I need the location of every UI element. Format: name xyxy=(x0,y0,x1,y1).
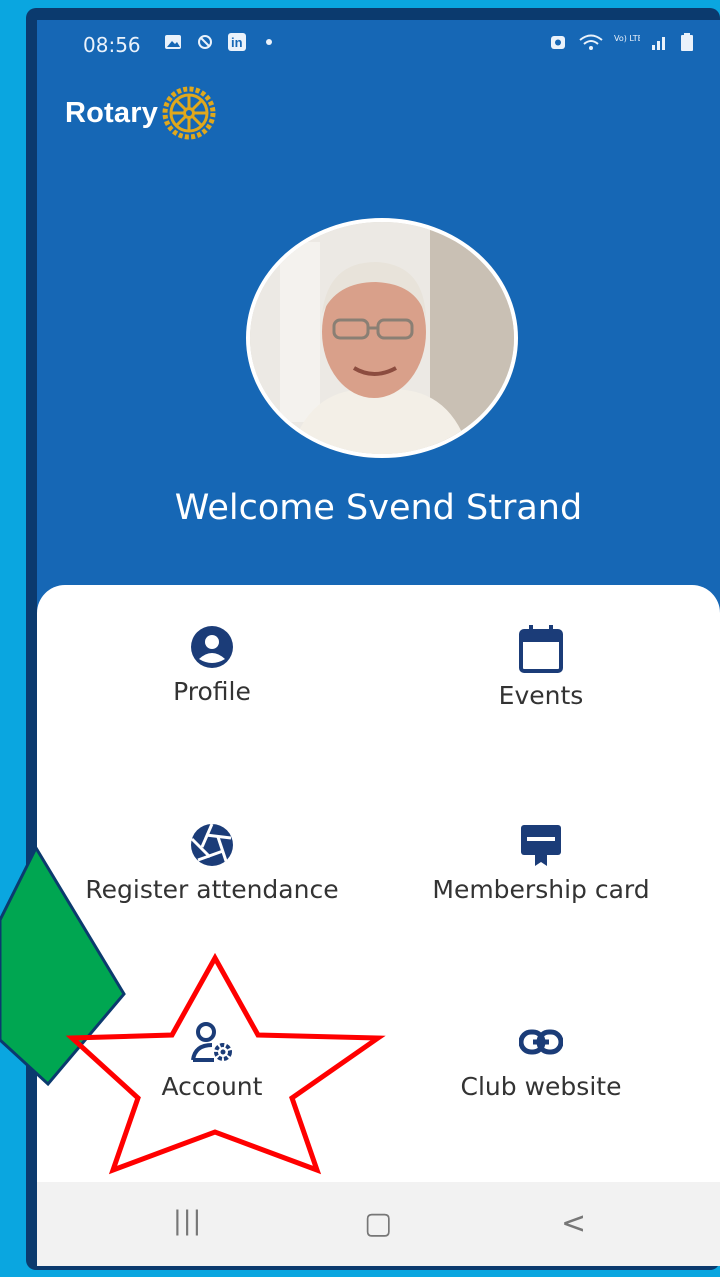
back-button[interactable]: < xyxy=(561,1206,586,1241)
menu-item-membership-card[interactable]: Membership card xyxy=(376,823,706,963)
camera-shutter-icon xyxy=(190,823,233,866)
status-bar: 08:56 in Vo) LTE1 xyxy=(37,20,720,72)
image-icon xyxy=(165,35,181,49)
link-icon xyxy=(519,1029,563,1055)
menu-item-label: Account xyxy=(161,1072,263,1101)
menu-item-label: Events xyxy=(498,681,584,710)
avatar[interactable] xyxy=(246,218,518,458)
android-nav-bar: ||| ▢ < xyxy=(37,1182,720,1266)
volte-text: Vo) LTE1 xyxy=(614,34,640,43)
signal-icon xyxy=(652,37,665,50)
welcome-message: Welcome Svend Strand xyxy=(174,488,583,528)
menu-item-label: Profile xyxy=(173,677,251,706)
app-screen: 08:56 in Vo) LTE1 Rotary xyxy=(37,20,720,1266)
menu-item-register-attendance[interactable]: Register attendance xyxy=(47,823,377,963)
brand-name: Rotary xyxy=(65,96,159,129)
avatar-photo xyxy=(250,222,514,454)
membership-card-icon xyxy=(521,825,561,866)
linkedin-icon: in xyxy=(228,33,246,51)
sync-icon xyxy=(198,35,212,49)
menu-item-label: Membership card xyxy=(432,875,650,904)
menu-item-profile[interactable]: Profile xyxy=(47,625,377,765)
alarm-icon xyxy=(551,36,565,49)
wifi-icon xyxy=(579,34,603,50)
rotary-brand: Rotary xyxy=(65,86,216,140)
user-circle-icon xyxy=(191,626,233,668)
recent-apps-button[interactable]: ||| xyxy=(173,1206,202,1236)
rotary-wheel-icon xyxy=(162,86,216,140)
status-time: 08:56 xyxy=(83,33,141,57)
calendar-icon xyxy=(519,625,563,673)
home-button[interactable]: ▢ xyxy=(364,1206,392,1241)
menu-item-club-website[interactable]: Club website xyxy=(376,1020,706,1160)
dot-icon xyxy=(266,39,272,45)
menu-item-events[interactable]: Events xyxy=(376,625,706,765)
volte-icon: Vo) LTE1 xyxy=(614,34,640,43)
menu-panel: Profile Events Register attendance Membe… xyxy=(37,585,720,1185)
menu-item-account[interactable]: Account xyxy=(47,1020,377,1160)
menu-item-label: Register attendance xyxy=(85,875,339,904)
menu-item-label: Club website xyxy=(460,1072,622,1101)
linkedin-text: in xyxy=(231,35,243,50)
account-settings-icon xyxy=(191,1022,232,1062)
battery-icon xyxy=(681,33,693,51)
